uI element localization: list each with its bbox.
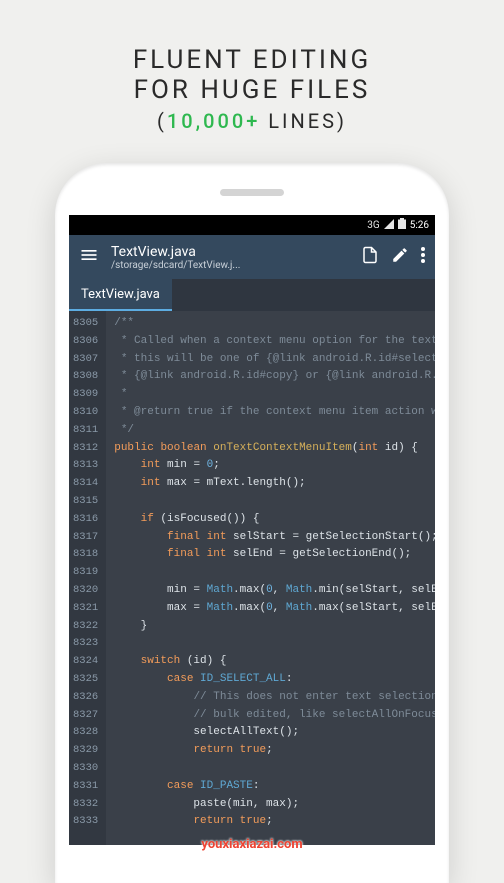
promo-line3-prefix: ( bbox=[157, 109, 167, 133]
promo-banner: FLUENT EDITING FOR HUGE FILES (10,000+ L… bbox=[0, 0, 504, 163]
document-icon[interactable] bbox=[361, 246, 379, 268]
app-bar: TextView.java /storage/sdcard/TextView.j… bbox=[69, 235, 435, 279]
clock: 5:26 bbox=[410, 220, 429, 231]
menu-icon[interactable] bbox=[79, 245, 99, 269]
title-block: TextView.java /storage/sdcard/TextView.j… bbox=[111, 244, 349, 271]
overflow-menu-icon[interactable] bbox=[421, 247, 425, 267]
code-editor[interactable]: 8305 8306 8307 8308 8309 8310 8311 8312 … bbox=[69, 311, 435, 845]
file-path: /storage/sdcard/TextView.j... bbox=[111, 260, 349, 271]
phone-screen: 3G 5:26 TextView.java /storage/sdcard/Te… bbox=[69, 215, 435, 845]
code-content[interactable]: /** * Called when a context menu option … bbox=[106, 311, 435, 845]
promo-line-2: FOR HUGE FILES bbox=[20, 75, 484, 105]
promo-line3-accent: 10,000+ bbox=[167, 109, 260, 133]
promo-line-3: (10,000+ LINES) bbox=[20, 109, 484, 133]
edit-icon[interactable] bbox=[391, 246, 409, 268]
tab-label: TextView.java bbox=[81, 287, 160, 302]
line-number-gutter: 8305 8306 8307 8308 8309 8310 8311 8312 … bbox=[69, 311, 106, 845]
phone-frame: 3G 5:26 TextView.java /storage/sdcard/Te… bbox=[55, 163, 449, 883]
tab-file[interactable]: TextView.java bbox=[69, 279, 172, 311]
battery-icon bbox=[398, 218, 406, 232]
network-label: 3G bbox=[367, 220, 379, 231]
file-title: TextView.java bbox=[111, 244, 349, 260]
promo-line3-suffix: LINES) bbox=[260, 109, 347, 133]
phone-speaker bbox=[220, 189, 284, 196]
promo-line-1: FLUENT EDITING bbox=[20, 45, 484, 75]
status-bar: 3G 5:26 bbox=[69, 215, 435, 235]
signal-icon bbox=[384, 219, 394, 232]
